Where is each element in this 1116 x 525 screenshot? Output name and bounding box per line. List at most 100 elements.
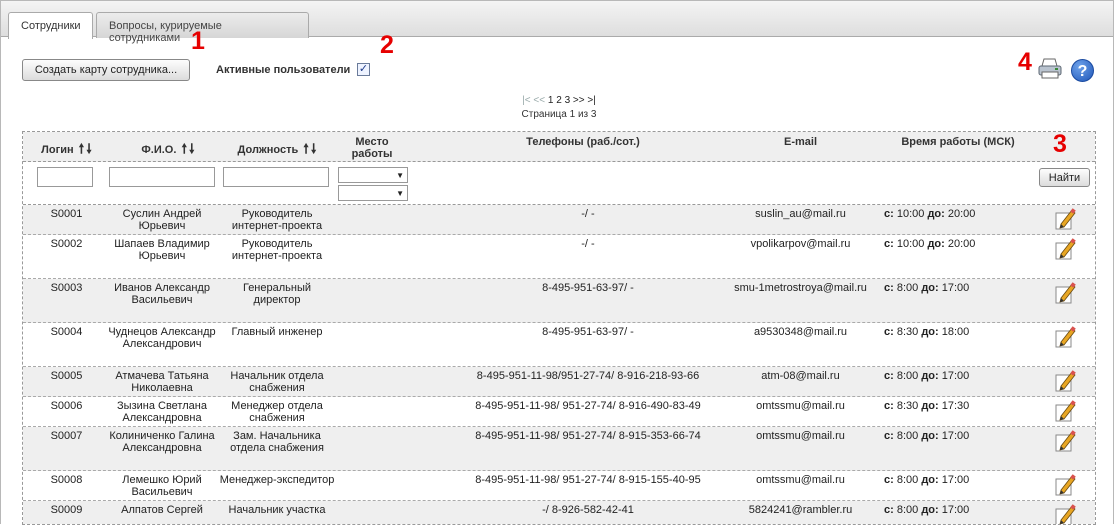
sort-down-icon[interactable]: 🠗: [189, 141, 195, 156]
row-email[interactable]: 5824241@rambler.ru: [728, 504, 873, 516]
find-button[interactable]: Найти: [1039, 168, 1090, 187]
tab-bar: Сотрудники Вопросы, курируемые сотрудник…: [1, 1, 1113, 44]
row-position: Зам. Начальника отдела снабжения: [230, 430, 324, 454]
row-email[interactable]: vpolikarpov@mail.ru: [728, 238, 873, 250]
row-email[interactable]: atm-08@mail.ru: [728, 370, 873, 382]
fio-filter-input[interactable]: [109, 167, 215, 187]
header-fio: Ф.И.О. 🠕 🠗: [141, 141, 195, 156]
row-hours: с: 8:30 до: 17:30: [884, 400, 970, 412]
table-row: S0002 Шапаев Владимир Юрьевич Руководитель…: [23, 235, 1095, 279]
row-login: S0002: [50, 238, 83, 250]
edit-icon[interactable]: [1054, 503, 1076, 524]
row-position: Руководитель интернет-проекта: [231, 238, 323, 262]
filter-row: ▼ ▼ Найти: [23, 162, 1095, 205]
row-hours: с: 8:00 до: 17:00: [884, 474, 970, 486]
pager-page-2[interactable]: 2: [556, 95, 562, 106]
row-hours: с: 8:00 до: 17:00: [884, 430, 970, 442]
row-email[interactable]: omtssmu@mail.ru: [728, 400, 873, 412]
row-email[interactable]: a9530348@mail.ru: [728, 326, 873, 338]
place-filter-select[interactable]: ▼: [338, 167, 408, 183]
header-phones: Телефоны (раб./сот.): [526, 136, 640, 148]
help-icon[interactable]: ?: [1071, 59, 1094, 82]
annotation-3: 3: [1053, 130, 1067, 158]
row-position: Генеральный директор: [242, 282, 312, 306]
row-fio: Зызина Светлана Александровна: [117, 400, 207, 424]
row-phones: 8-495-951-11-98/ 951-27-74/ 8-915-353-66…: [475, 430, 701, 442]
sort-up-icon[interactable]: 🠕: [79, 141, 85, 156]
employees-table: Логин 🠕 🠗 Ф.И.О. 🠕 🠗 Должность 🠕 🠗 Место ра…: [22, 131, 1096, 525]
login-filter-input[interactable]: [37, 167, 93, 187]
table-row: S0009 Алпатов Сергей Начальник участка -/ 8…: [23, 501, 1095, 524]
table-row: S0007 Колиниченко Галина Александровна Зам…: [23, 427, 1095, 471]
pager-page-3[interactable]: 3: [565, 95, 571, 106]
sort-up-icon[interactable]: 🠕: [181, 141, 187, 156]
table-row: S0005 Атмачева Татьяна Николаевна Начальни…: [23, 367, 1095, 397]
printer-icon[interactable]: [1037, 57, 1063, 81]
table-row: S0006 Зызина Светлана Александровна Менедж…: [23, 397, 1095, 427]
row-position: Главный инженер: [231, 326, 323, 338]
sort-up-icon[interactable]: 🠕: [303, 141, 309, 156]
annotation-1: 1: [191, 27, 205, 55]
row-login: S0006: [50, 400, 83, 412]
row-phones: -/ -: [581, 238, 595, 250]
pager-last[interactable]: >|: [587, 95, 595, 106]
row-hours: с: 10:00 до: 20:00: [884, 208, 976, 220]
row-login: S0007: [50, 430, 83, 442]
pager-prev[interactable]: <<: [533, 95, 545, 106]
edit-icon[interactable]: [1054, 237, 1076, 261]
table-row: S0008 Лемешко Юрий Васильевич Менеджер-экс…: [23, 471, 1095, 501]
row-phones: 8-495-951-63-97/ -: [542, 326, 634, 338]
row-email[interactable]: smu-1metrostroya@mail.ru: [728, 282, 873, 294]
row-phones: 8-495-951-11-98/ 951-27-74/ 8-915-155-40…: [475, 474, 701, 486]
row-position: Менеджер отдела снабжения: [231, 400, 323, 424]
row-hours: с: 10:00 до: 20:00: [884, 238, 976, 250]
row-login: S0003: [50, 282, 83, 294]
pager-page-1[interactable]: 1: [548, 95, 554, 106]
row-email[interactable]: suslin_au@mail.ru: [728, 208, 873, 220]
row-position: Менеджер-экспедитор: [219, 474, 335, 486]
table-row: S0003 Иванов Александр Васильевич Генераль…: [23, 279, 1095, 323]
header-hours: Время работы (МСК): [901, 136, 1015, 148]
active-users-label: Активные пользователи: [216, 64, 351, 76]
row-fio: Чуднецов Александр Александрович: [108, 326, 216, 350]
page-count: Страница 1 из 3: [521, 109, 597, 120]
row-login: S0001: [50, 208, 83, 220]
edit-icon[interactable]: [1054, 429, 1076, 453]
table-header: Логин 🠕 🠗 Ф.И.О. 🠕 🠗 Должность 🠕 🠗 Место ра…: [23, 132, 1095, 162]
row-fio: Суслин Андрей Юрьевич: [122, 208, 202, 232]
place-filter-select-2[interactable]: ▼: [338, 185, 408, 201]
row-phones: -/ -: [581, 208, 595, 220]
edit-icon[interactable]: [1054, 281, 1076, 305]
active-users-checkbox[interactable]: ✓: [357, 63, 370, 76]
header-email: E-mail: [783, 136, 817, 148]
row-fio: Шапаев Владимир Юрьевич: [114, 238, 210, 262]
position-filter-input[interactable]: [223, 167, 329, 187]
sort-down-icon[interactable]: 🠗: [86, 141, 92, 156]
row-position: Начальник отдела снабжения: [230, 370, 324, 394]
row-login: S0009: [50, 504, 83, 516]
row-email[interactable]: omtssmu@mail.ru: [728, 430, 873, 442]
row-hours: с: 8:00 до: 17:00: [884, 370, 970, 382]
row-email[interactable]: omtssmu@mail.ru: [728, 474, 873, 486]
annotation-2: 2: [380, 31, 394, 59]
create-employee-card-button[interactable]: Создать карту сотрудника...: [22, 59, 190, 81]
annotation-4: 4: [1018, 48, 1032, 76]
row-hours: с: 8:30 до: 18:00: [884, 326, 970, 338]
pager-next[interactable]: >>: [573, 95, 585, 106]
row-position: Руководитель интернет-проекта: [231, 208, 323, 232]
tab-employees[interactable]: Сотрудники: [8, 12, 93, 39]
edit-icon[interactable]: [1054, 325, 1076, 349]
row-phones: 8-495-951-63-97/ -: [542, 282, 634, 294]
edit-icon[interactable]: [1054, 207, 1076, 231]
pager-first[interactable]: |<: [522, 95, 530, 106]
row-fio: Атмачева Татьяна Николаевна: [115, 370, 209, 394]
row-hours: с: 8:00 до: 17:00: [884, 504, 970, 516]
table-row: S0004 Чуднецов Александр Александрович Гла…: [23, 323, 1095, 367]
edit-icon[interactable]: [1054, 369, 1076, 393]
row-login: S0004: [50, 326, 83, 338]
sort-down-icon[interactable]: 🠗: [311, 141, 317, 156]
edit-icon[interactable]: [1054, 473, 1076, 497]
pagination: |< << 1 2 3 >> >|: [1, 95, 1116, 106]
edit-icon[interactable]: [1054, 399, 1076, 423]
row-phones: 8-495-951-11-98/951-27-74/ 8-916-218-93-…: [476, 370, 700, 382]
